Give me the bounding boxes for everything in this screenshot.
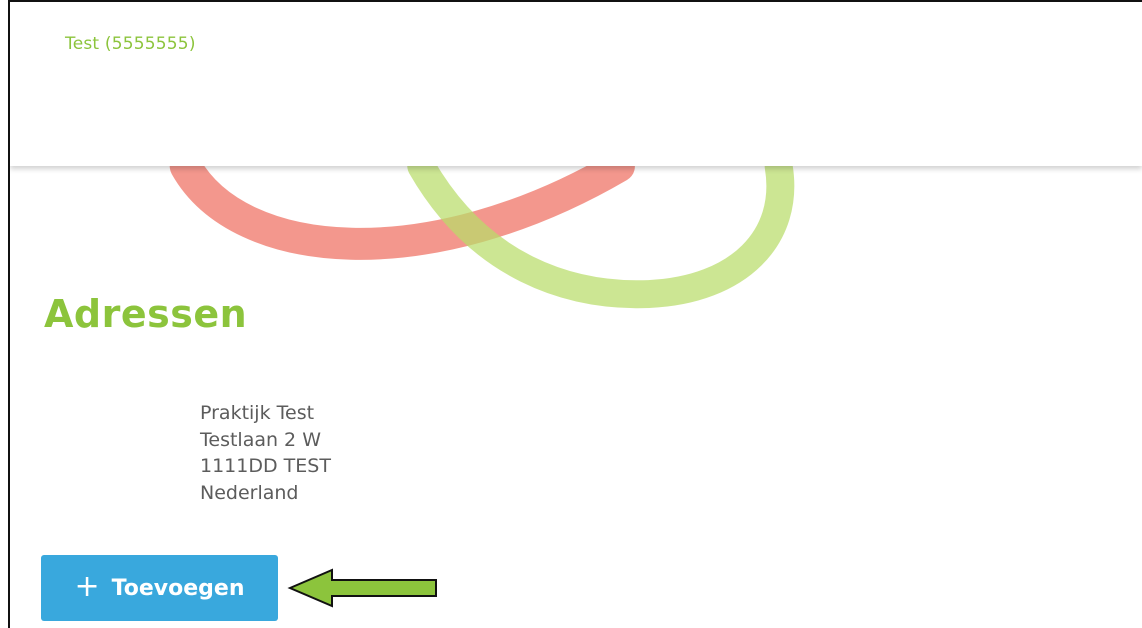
plus-icon: + (74, 568, 100, 604)
annotation-arrow-icon (287, 568, 437, 608)
header-bar: Test (5555555) (10, 2, 1142, 166)
address-card[interactable]: Praktijk Test Testlaan 2 W 1111DD TEST N… (200, 400, 331, 506)
address-country: Nederland (200, 481, 299, 504)
add-button-label: Toevoegen (111, 575, 245, 601)
address-name: Praktijk Test (200, 402, 315, 424)
page-title: Adressen (44, 292, 248, 336)
address-postal-city: 1111DD TEST (200, 455, 331, 477)
app-window: Test (5555555) Adressen Praktijk Test Te… (8, 0, 1142, 628)
account-name[interactable]: Test (5555555) (65, 34, 196, 54)
add-address-button[interactable]: + Toevoegen (41, 555, 278, 621)
address-street: Testlaan 2 W (200, 428, 321, 451)
red-arc (169, 150, 635, 260)
